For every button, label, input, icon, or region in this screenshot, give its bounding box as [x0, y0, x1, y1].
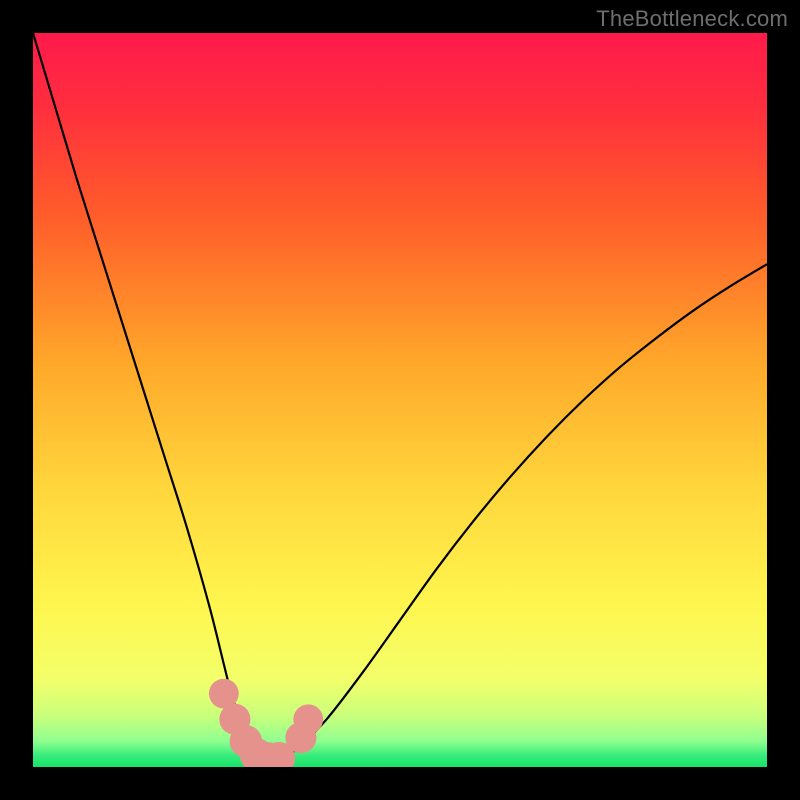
bottleneck-curve	[33, 33, 767, 767]
watermark-text: TheBottleneck.com	[596, 6, 788, 32]
curve-path	[33, 33, 767, 760]
curve-markers	[209, 679, 323, 767]
curve-marker	[293, 704, 323, 734]
chart-frame: TheBottleneck.com	[0, 0, 800, 800]
plot-area	[33, 33, 767, 767]
